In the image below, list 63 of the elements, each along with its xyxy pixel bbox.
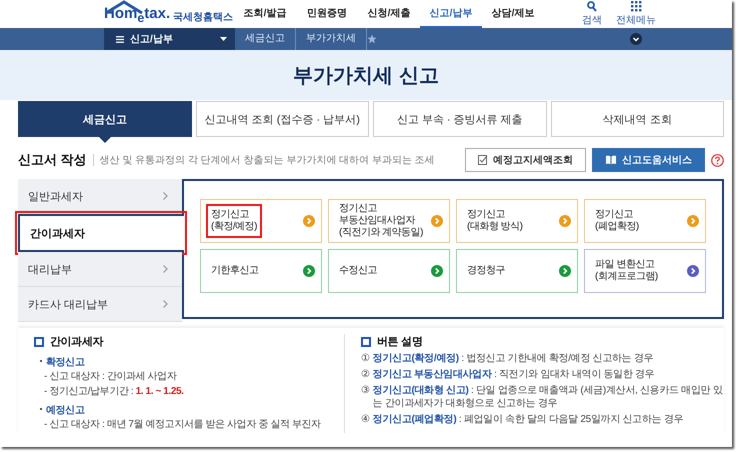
category-dropdown[interactable]: 신고/납부 <box>104 28 235 50</box>
section-description: 생산 및 유통과정의 각 단계에서 창출되는 부가가치에 대하여 부과되는 조세 <box>100 154 435 167</box>
tab-pointer-icon <box>98 137 111 143</box>
menu-icon <box>116 36 124 42</box>
filing-option-card[interactable]: 정기신고 (폐업확정) <box>584 199 706 243</box>
info-subheading: 예정신고 <box>46 404 84 417</box>
info-line: - 신고 대상자 : 매년 7월 예정고지서를 받은 사업자 중 실적 부진자 <box>44 418 322 432</box>
filing-option-card[interactable]: 정기신고 (대화형 방식) <box>456 199 578 243</box>
arrow-circle-icon <box>303 215 315 227</box>
info-subheading: 확정신고 <box>46 356 84 369</box>
chevron-right-icon <box>163 300 168 308</box>
info-title: 간이과세자 <box>50 335 104 349</box>
page-title: 부가가치세 신고 <box>293 64 439 88</box>
button-description: ④ 정기신고(폐업확정) : 폐업일이 속한 달의 다음달 25일까지 신고하는 경우 <box>361 413 684 426</box>
caret-icon <box>220 37 227 41</box>
button-description: ② 정기신고 부동산임대사업자 : 직전기와 임대차 내역이 동일한 경우 <box>361 368 656 381</box>
search-icon[interactable] <box>587 1 597 12</box>
arrow-circle-icon <box>687 215 699 227</box>
info-line: - 신고 대상자 : 간이과세 사업자 <box>44 370 178 384</box>
chevron-right-icon <box>163 192 168 200</box>
star-icon[interactable] <box>367 34 377 44</box>
sidebar-tab[interactable]: 대리납부 <box>18 252 182 287</box>
book-icon <box>605 155 617 165</box>
arrow-circle-icon <box>303 265 315 277</box>
action-button[interactable]: 신고도움서비스 <box>592 148 705 172</box>
arrow-circle-icon <box>431 265 443 277</box>
nav-menu-item[interactable]: 민원증명 <box>296 0 358 28</box>
logo-caption: 국세청홈택스 <box>173 11 234 24</box>
sidebar-tab[interactable]: 간이과세자 <box>18 214 184 252</box>
search-label[interactable]: 검색 <box>582 13 602 27</box>
action-button[interactable]: 예정고지세액조회 <box>465 148 586 172</box>
filing-option-card[interactable]: 정기신고 (확정/예정) <box>200 199 322 243</box>
tab[interactable]: 세금신고 <box>18 101 192 137</box>
square-bullet-icon <box>361 336 371 346</box>
info-title: 버튼 설명 <box>377 335 423 349</box>
chevron-right-icon <box>163 265 168 273</box>
filing-option-card[interactable]: 경정청구 <box>456 249 578 293</box>
section-title: 신고서 작성 <box>18 154 94 166</box>
sidebar-tab[interactable]: 카드사 대리납부 <box>18 287 182 322</box>
sidebar-tab[interactable]: 일반과세자 <box>18 179 182 214</box>
tab[interactable]: 신고내역 조회 (접수증 · 납부서) <box>196 101 369 137</box>
filing-option-card[interactable]: 파일 변환신고 (회계프로그램) <box>584 249 706 293</box>
info-line: - 정기신고/납부기간 : 1. 1. ~ 1.25. <box>44 385 185 399</box>
arrow-circle-icon <box>559 265 571 277</box>
chevron-down-icon[interactable] <box>630 33 642 45</box>
nav-menu-item[interactable]: 신청/제출 <box>358 0 420 28</box>
button-description: ① 정기신고(확정/예정) : 법정신고 기한내에 확정/예정 신고하는 경우 <box>361 352 654 365</box>
all-menu-label[interactable]: 전체메뉴 <box>616 13 656 27</box>
square-bullet-icon <box>34 336 44 346</box>
arrow-circle-icon <box>559 215 571 227</box>
arrow-circle-icon <box>431 215 443 227</box>
filing-option-card[interactable]: 기한후신고 <box>200 249 322 293</box>
arrow-circle-icon <box>687 265 699 277</box>
nav-menu-item[interactable]: 상담/제보 <box>482 0 544 28</box>
grid-menu-icon[interactable] <box>630 1 642 12</box>
filing-option-card[interactable]: 정기신고 부동산임대사업자 (직전기와 계약동일) <box>328 199 450 243</box>
checklist-icon <box>478 155 488 165</box>
tab[interactable]: 신고 부속 · 증빙서류 제출 <box>373 101 546 137</box>
nav-menu-item[interactable]: 조회/발급 <box>234 0 296 28</box>
help-icon[interactable] <box>711 154 724 166</box>
tab[interactable]: 삭제내역 조회 <box>550 101 724 137</box>
filing-option-card[interactable]: 수정신고 <box>328 249 450 293</box>
button-description: ③ 정기신고(대화형 신고) : 단일 업종으로 매출액과 (세금)계산서, 신용카드 매입만 있는 간이과세자가 대화형으로 신고하는 경우 <box>361 384 724 410</box>
